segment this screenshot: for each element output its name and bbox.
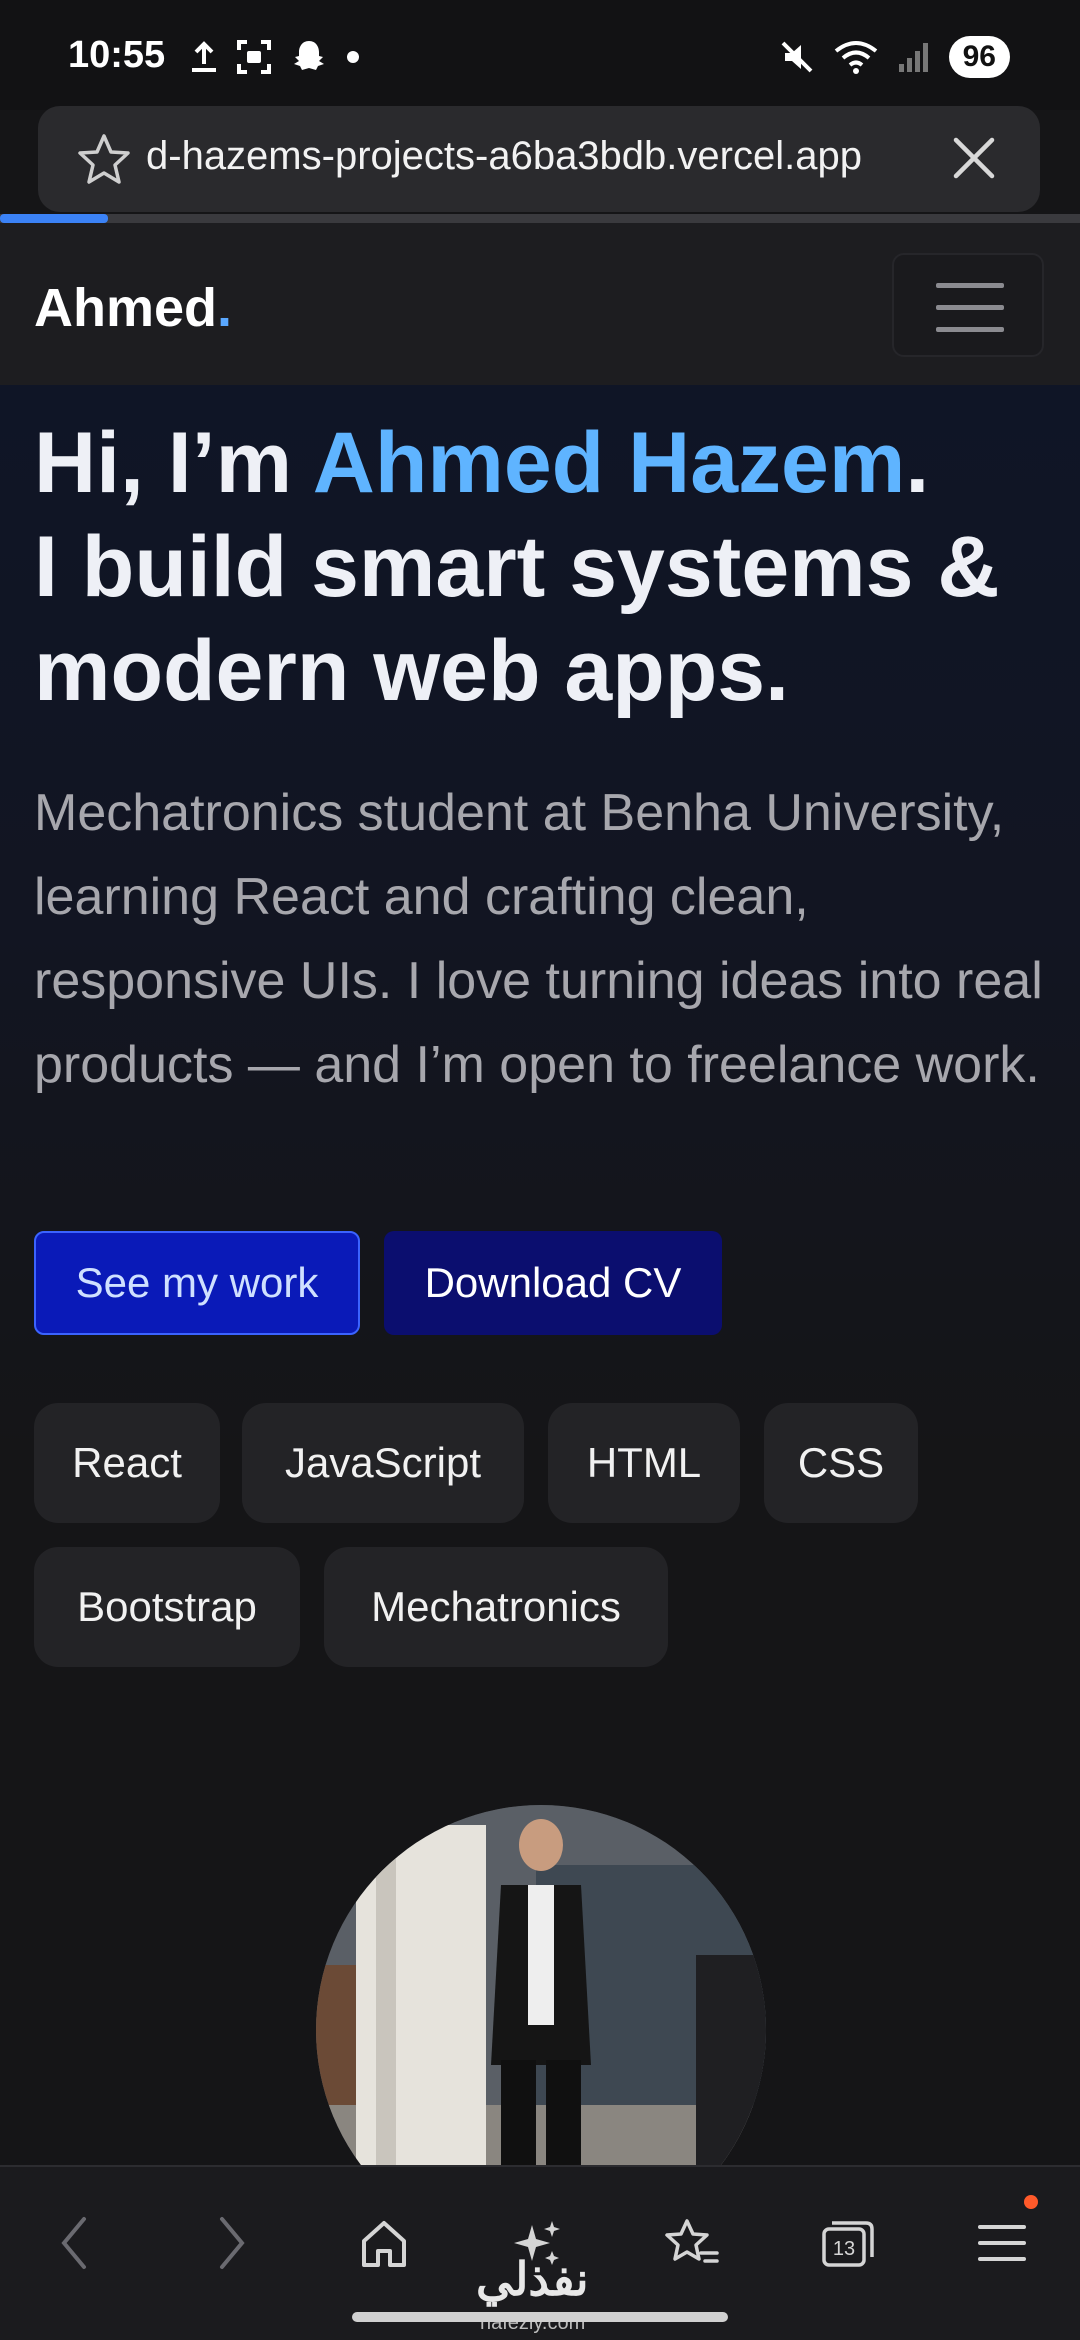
menu-button[interactable] <box>966 2207 1038 2279</box>
hero-subtitle: Mechatronics student at Benha University… <box>34 784 1043 1094</box>
home-button[interactable] <box>348 2207 420 2279</box>
dot-icon <box>347 51 359 63</box>
signal-icon <box>898 43 928 72</box>
headline-dot: . <box>905 415 930 511</box>
close-icon[interactable] <box>946 130 1002 186</box>
bookmark-star-icon[interactable] <box>76 132 132 188</box>
home-icon <box>362 2221 406 2267</box>
hero-section: Hi, I’m Ahmed Hazem. I build smart syste… <box>0 385 1080 2255</box>
watermark-logo: نفذلي <box>476 2253 589 2305</box>
headline-name: Ahmed Hazem <box>312 415 906 511</box>
tabs-count: 13 <box>833 2238 855 2260</box>
skill-chip-mechatronics: Mechatronics <box>324 1547 668 1667</box>
hamburger-line <box>936 327 1004 332</box>
bookmarks-button[interactable] <box>656 2207 728 2279</box>
hamburger-line <box>936 305 1004 310</box>
back-button[interactable] <box>38 2207 110 2279</box>
url-bar[interactable]: d-hazems-projects-a6ba3bdb.vercel.app <box>38 106 1040 212</box>
page-load-progress <box>0 214 1080 223</box>
battery-indicator: 96 <box>948 36 1010 78</box>
forward-button[interactable] <box>196 2207 268 2279</box>
status-bar: 10:55 96 <box>0 0 1080 110</box>
snapchat-icon <box>294 41 324 70</box>
skill-chip-react: React <box>34 1403 220 1523</box>
page-load-progress-fill <box>0 214 108 223</box>
chevron-left-icon <box>61 2217 86 2269</box>
url-text[interactable]: d-hazems-projects-a6ba3bdb.vercel.app <box>146 134 966 179</box>
skill-chip-html: HTML <box>548 1403 740 1523</box>
brand-logo[interactable]: Ahmed. <box>34 277 232 339</box>
headline-line-3: modern web apps. <box>34 623 790 719</box>
menu-toggle-button[interactable] <box>892 253 1044 357</box>
hero-headline: Hi, I’m Ahmed Hazem. I build smart syste… <box>34 411 1054 723</box>
brand-name: Ahmed <box>34 278 218 338</box>
mute-icon <box>781 41 813 73</box>
skill-chip-css: CSS <box>764 1403 918 1523</box>
download-cv-button[interactable]: Download CV <box>384 1231 722 1335</box>
skill-chip-bootstrap: Bootstrap <box>34 1547 300 1667</box>
upload-icon <box>192 41 216 72</box>
tabs-icon: 13 <box>822 2221 874 2267</box>
hamburger-line <box>936 283 1004 288</box>
star-list-icon <box>665 2219 719 2263</box>
screenshot-icon <box>237 40 271 74</box>
see-my-work-button[interactable]: See my work <box>34 1231 360 1335</box>
status-time: 10:55 <box>68 34 166 76</box>
status-icons-left <box>190 38 360 76</box>
skill-chip-javascript: JavaScript <box>242 1403 524 1523</box>
brand-dot: . <box>217 278 233 338</box>
notification-dot <box>1024 2195 1038 2209</box>
wifi-icon <box>834 41 877 74</box>
headline-greeting: Hi, I’m <box>34 415 313 511</box>
headline-line-2: I build smart systems & <box>34 519 1000 615</box>
status-icons-right: 96 <box>779 36 1010 78</box>
tabs-button[interactable]: 13 <box>812 2207 884 2279</box>
home-indicator[interactable] <box>352 2312 728 2322</box>
site-navbar: Ahmed. <box>0 223 1080 385</box>
menu-icon <box>978 2225 1026 2261</box>
chevron-right-icon <box>220 2217 245 2269</box>
